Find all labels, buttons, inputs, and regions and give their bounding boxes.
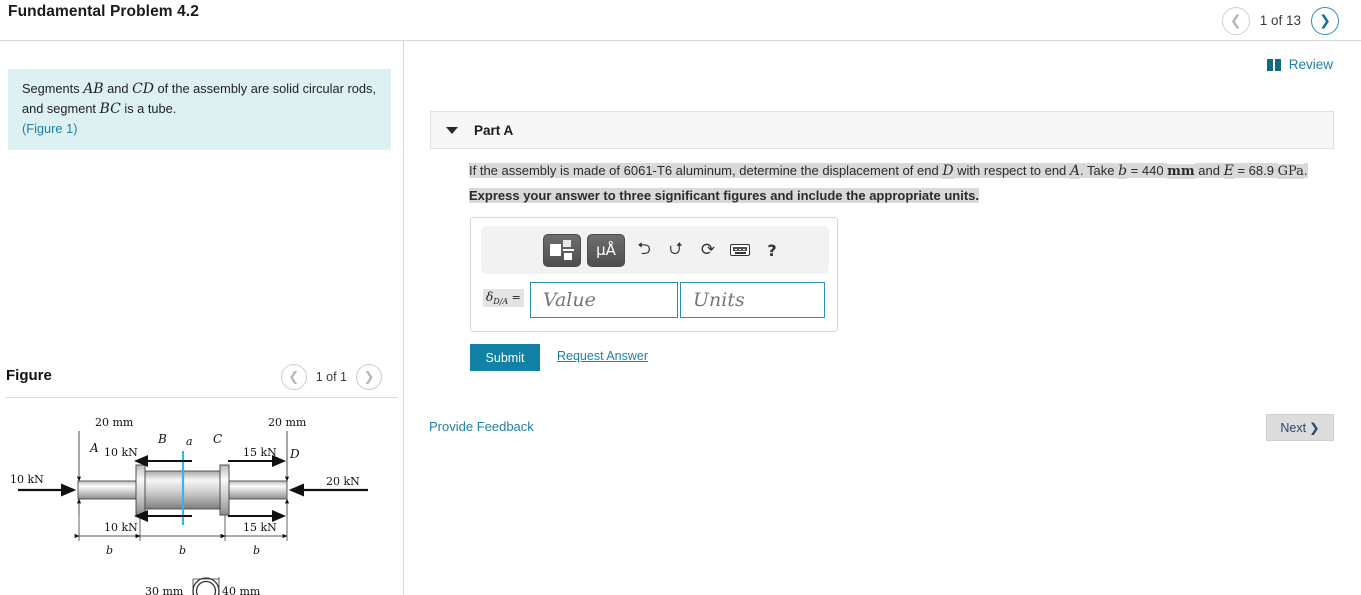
answer-instruction: Express your answer to three significant… [469,188,1344,203]
math-template-icon[interactable] [543,233,581,267]
right-panel: Review Part A If the assembly is made of… [405,41,1361,595]
svg-text:A: A [89,441,99,455]
units-icon[interactable]: μÅ [587,233,625,267]
part-a-label: Part A [474,123,514,138]
review-label: Review [1288,57,1333,72]
svg-text:B: B [157,432,167,446]
statement-math-cd: CD [132,81,154,97]
svg-text:C: C [213,432,222,446]
redo-icon[interactable]: ⮍ [663,237,689,263]
left-panel: Segments AB and CD of the assembly are s… [0,41,404,595]
review-button[interactable]: Review [1266,57,1333,72]
figure-link[interactable]: (Figure 1) [22,120,377,139]
help-icon[interactable]: ? [759,237,785,263]
figure-title: Figure [6,367,52,384]
units-input[interactable] [680,282,825,318]
svg-text:20 mm: 20 mm [268,416,307,429]
svg-text:20 mm: 20 mm [95,416,134,429]
svg-text:40 mm: 40 mm [222,585,261,595]
question-math-a: A [1069,163,1081,179]
submit-button[interactable]: Submit [470,344,540,371]
statement-math-bc: BC [99,101,121,118]
next-problem-button[interactable]: ❯ [1311,6,1339,35]
answer-symbol-equals: = [511,291,521,304]
question-seg-1: If the assembly is made of 6061-T6 alumi… [469,163,943,178]
question-seg-5: and [1194,163,1224,178]
question-unit-gpa: GPa [1277,164,1304,179]
provide-feedback-link[interactable]: Provide Feedback [429,419,534,434]
math-toolbar: μÅ ⮌ ⮍ ⟳ ? [481,226,829,274]
statement-math-ab: AB [83,81,104,97]
problem-navigation: ❮ 1 of 13 ❯ [1221,0,1339,41]
keyboard-icon[interactable] [727,237,753,263]
svg-text:10 kN: 10 kN [104,521,138,534]
next-button-label: Next [1280,420,1307,435]
question-math-b: b [1118,163,1128,179]
answer-widget: μÅ ⮌ ⮍ ⟳ ? δD/A = [470,217,838,332]
figure-counter: 1 of 1 [315,370,347,384]
svg-text:20 kN: 20 kN [326,475,360,488]
next-figure-button[interactable]: ❯ [356,364,382,390]
statement-text-1: Segments [22,81,84,96]
caret-down-icon[interactable] [446,127,458,134]
question-text: If the assembly is made of 6061-T6 alumi… [469,161,1344,183]
answer-symbol-subscript: D/A [493,297,509,306]
figure-navigation: ❮ 1 of 1 ❯ [280,364,382,390]
question-unit-mm: mm [1167,164,1195,179]
problem-page: Fundamental Problem 4.2 ❮ 1 of 13 ❯ Segm… [0,0,1361,595]
question-seg-2: with respect to end [953,163,1070,178]
reset-icon[interactable]: ⟳ [695,237,721,263]
question-seg-6: = 68.9 [1233,163,1278,178]
book-icon [1266,58,1282,71]
svg-text:15 kN: 15 kN [243,521,277,534]
svg-text:15 kN: 15 kN [243,446,277,459]
problem-counter: 1 of 13 [1259,13,1301,28]
question-seg-7: . [1303,163,1308,178]
prev-problem-button[interactable]: ❮ [1221,6,1250,35]
value-input[interactable] [530,282,678,318]
question-seg-4: = 440 [1127,163,1168,178]
page-title: Fundamental Problem 4.2 [8,3,199,20]
part-a-header[interactable]: Part A [430,111,1334,149]
problem-statement: Segments AB and CD of the assembly are s… [8,69,391,151]
svg-text:b: b [179,544,186,557]
undo-icon[interactable]: ⮌ [631,237,657,263]
answer-symbol-label: δD/A = [483,289,524,307]
top-bar: Fundamental Problem 4.2 ❮ 1 of 13 ❯ [0,0,1361,41]
question-math-e: E [1223,163,1234,179]
figure-image[interactable]: 20 mm 20 mm A B C D a 10 kN 20 kN 10 kN … [0,403,404,595]
svg-text:a: a [186,435,193,448]
question-seg-3: . Take [1080,163,1119,178]
answer-instruction-text: Express your answer to three significant… [469,188,979,203]
chevron-right-icon: ❯ [1309,421,1320,435]
statement-text-4: is a tube. [120,101,177,117]
figure-divider [6,397,398,398]
svg-text:b: b [106,544,113,557]
prev-figure-button[interactable]: ❮ [280,364,307,390]
statement-text-2: and [103,81,133,96]
svg-text:D: D [289,447,300,461]
request-answer-link[interactable]: Request Answer [557,349,648,363]
next-button[interactable]: Next ❯ [1266,414,1334,441]
svg-text:10 kN: 10 kN [10,473,44,486]
svg-text:30 mm: 30 mm [145,585,184,595]
figure-header: Figure ❮ 1 of 1 ❯ [0,361,404,401]
svg-text:b: b [253,544,260,557]
svg-text:10 kN: 10 kN [104,446,138,459]
units-button-label: μÅ [596,241,616,259]
question-math-d: D [942,163,954,179]
